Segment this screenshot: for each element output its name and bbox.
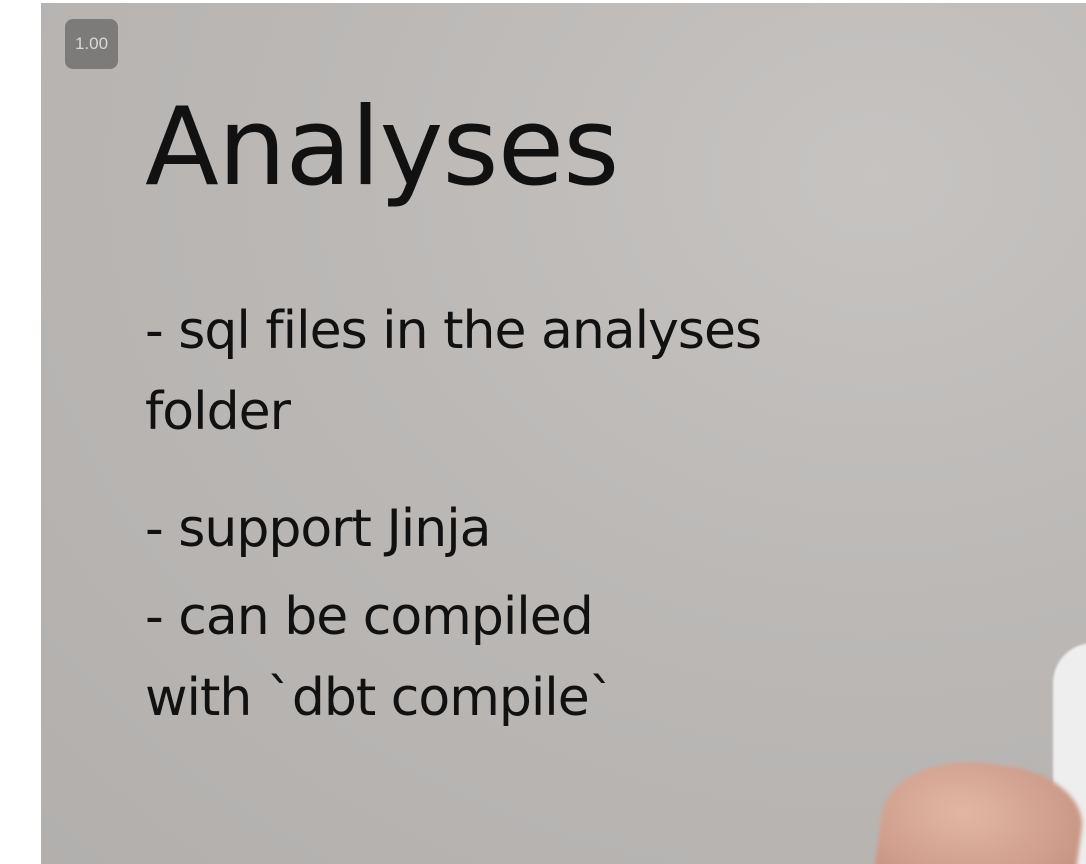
bullet-1: - sql files in the analyses folder	[145, 291, 762, 453]
video-player[interactable]: Analyses - sql files in the analyses fol…	[41, 3, 1086, 864]
bullet-2: - support Jinja	[145, 489, 492, 570]
bullet-3: - can be compiled with `dbt compile`	[145, 577, 615, 739]
bullet-line: with `dbt compile`	[145, 668, 615, 728]
playback-speed-button[interactable]: 1.00	[65, 19, 118, 69]
bullet-line: - can be compiled	[145, 587, 594, 647]
bullet-line: - sql files in the analyses	[145, 301, 762, 361]
slide-title: Analyses	[145, 85, 619, 210]
bullet-line: - support Jinja	[145, 499, 492, 559]
bullet-line: folder	[145, 382, 291, 442]
